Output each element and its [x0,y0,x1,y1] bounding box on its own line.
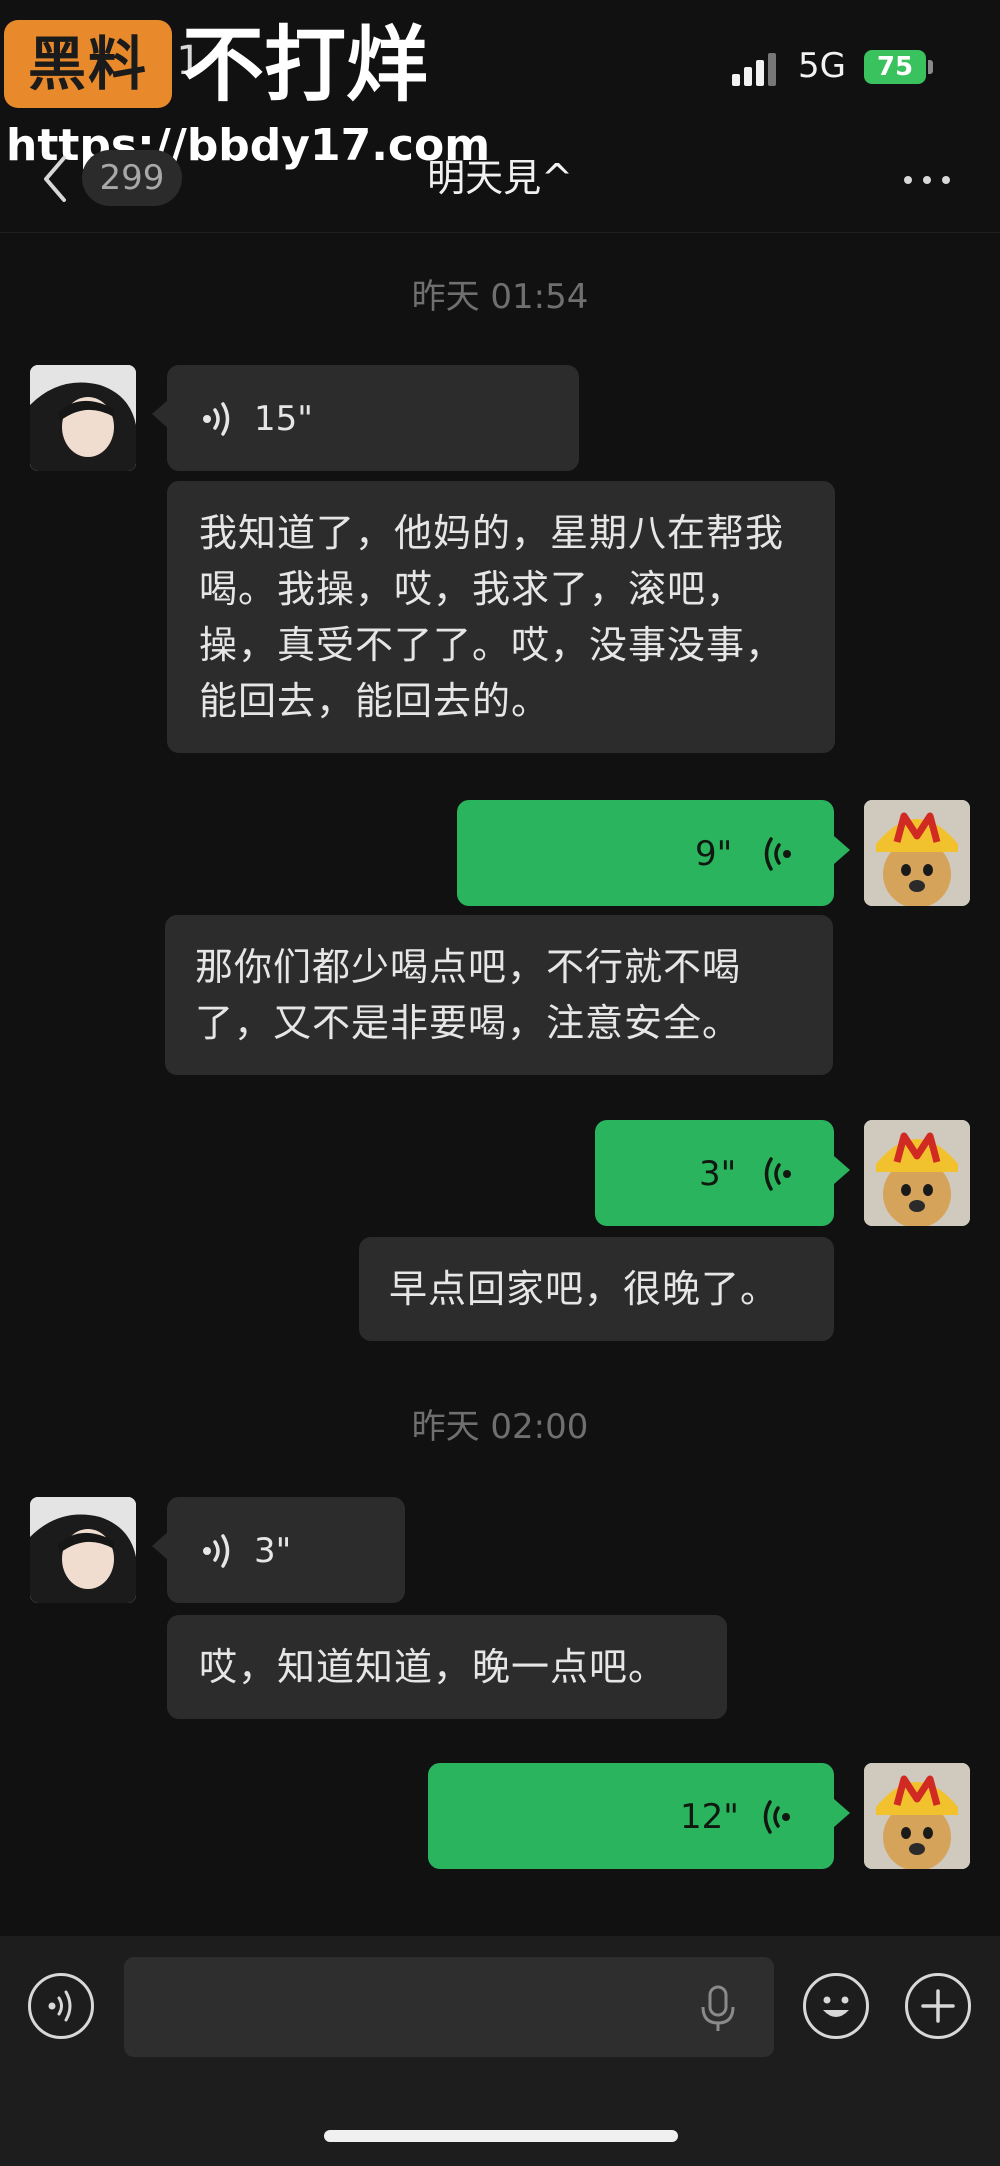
home-indicator[interactable] [324,2130,678,2142]
timestamp: 昨天 01:54 [411,277,589,317]
bubble-tail [834,836,850,864]
plus-icon[interactable] [905,1973,971,2039]
text-message-bubble[interactable]: 我知道了，他妈的，星期八在帮我喝。我操，哎，我求了，滚吧，操，真受不了了。哎，没… [167,481,835,753]
user-avatar[interactable] [864,1763,970,1869]
bubble-tail [152,400,168,428]
voice-wave-icon [201,401,237,441]
text-message-bubble[interactable]: 早点回家吧，很晚了。 [359,1237,834,1341]
voice-wave-icon [757,836,793,876]
voice-duration: 12" [680,1797,739,1837]
signal-icon [732,52,780,86]
watermark-title: 不打烊 [182,18,429,113]
chat-title: 明天見^ [427,156,573,200]
voice-message-bubble[interactable]: 15" [167,365,579,471]
voice-wave-icon [201,1533,237,1573]
bubble-tail [834,1799,850,1827]
bubble-tail [834,1156,850,1184]
microphone-icon[interactable] [698,1985,738,2037]
contact-avatar[interactable] [30,1497,136,1603]
battery-tip [928,60,933,74]
voice-duration: 3" [254,1531,292,1571]
message-text: 那你们都少喝点吧，不行就不喝了，又不是非要喝，注意安全。 [195,945,742,1045]
bubble-tail [152,1532,168,1560]
voice-message-bubble[interactable]: 12" [428,1763,834,1869]
voice-duration: 15" [254,399,313,439]
more-dots-icon[interactable] [902,154,952,204]
message-text: 哎，知道知道，晚一点吧。 [199,1645,668,1689]
emoji-icon[interactable] [803,1973,869,2039]
message-input[interactable] [124,1957,774,2057]
watermark-badge: 黑料 [4,20,172,108]
voice-message-bubble[interactable]: 3" [167,1497,405,1603]
text-message-bubble[interactable]: 哎，知道知道，晚一点吧。 [167,1615,727,1719]
network-type: 5G [798,46,846,86]
battery-indicator: 75 [864,50,926,84]
timestamp: 昨天 02:00 [411,1407,589,1447]
voice-mode-icon[interactable] [28,1973,94,2039]
text-message-bubble[interactable]: 那你们都少喝点吧，不行就不喝了，又不是非要喝，注意安全。 [165,915,833,1075]
voice-duration: 9" [695,834,733,874]
contact-avatar[interactable] [30,365,136,471]
user-avatar[interactable] [864,1120,970,1226]
message-text: 早点回家吧，很晚了。 [389,1267,780,1311]
message-text: 我知道了，他妈的，星期八在帮我喝。我操，哎，我求了，滚吧，操，真受不了了。哎，没… [199,511,785,723]
voice-duration: 3" [699,1154,737,1194]
voice-message-bubble[interactable]: 9" [457,800,834,906]
user-avatar[interactable] [864,800,970,906]
voice-message-bubble[interactable]: 3" [595,1120,834,1226]
voice-wave-icon [756,1799,792,1839]
header-divider [0,232,1000,233]
voice-wave-icon [757,1156,793,1196]
